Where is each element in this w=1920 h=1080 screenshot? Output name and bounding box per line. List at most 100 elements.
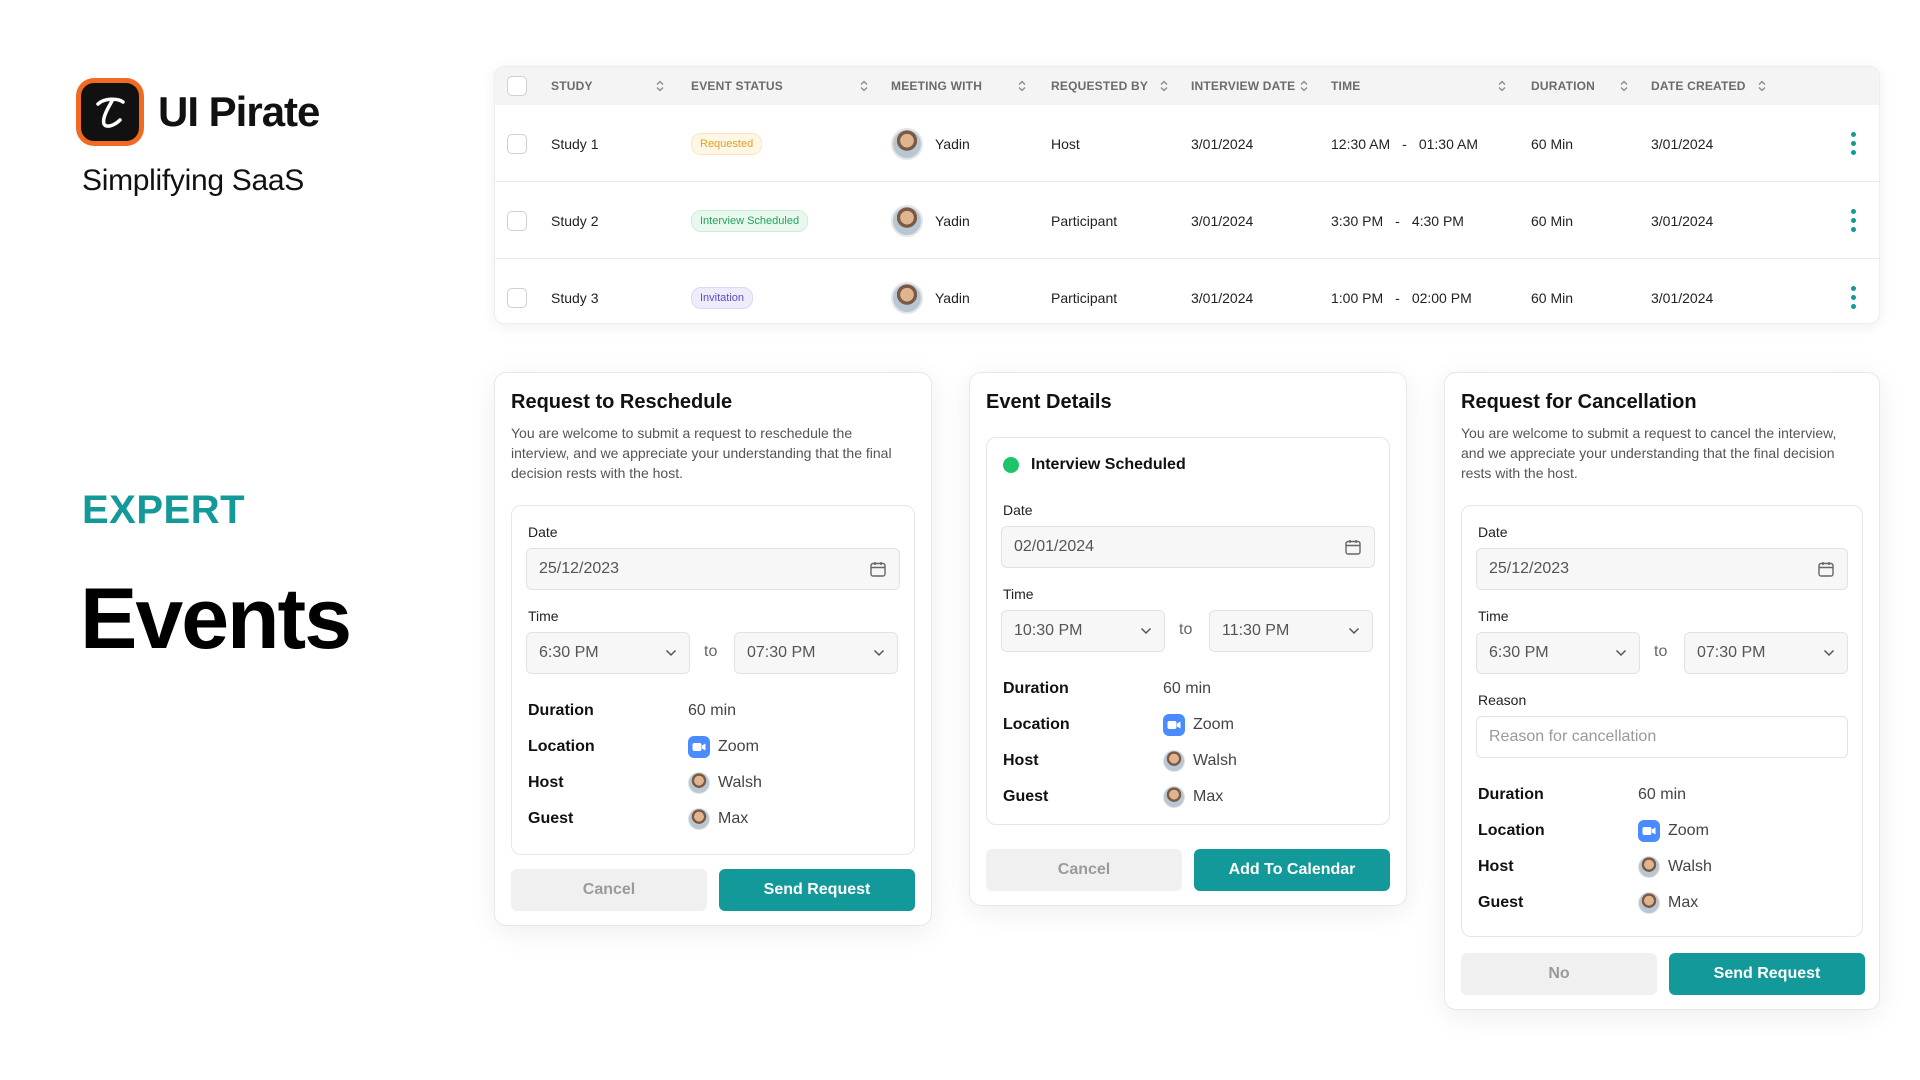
time-from-select[interactable]: 10:30 PM: [1001, 610, 1165, 652]
cancellation-form: Date 25/12/2023 Time 6:30 PM to 07:30 PM…: [1461, 505, 1863, 937]
column-time[interactable]: TIME: [1331, 67, 1360, 105]
sort-icon[interactable]: [1497, 80, 1507, 92]
column-requested-by[interactable]: REQUESTED BY: [1051, 67, 1148, 105]
time-from-value: 6:30 PM: [1489, 644, 1549, 661]
time-to-select[interactable]: 11:30 PM: [1209, 610, 1373, 652]
duration-label: Duration: [1003, 680, 1069, 697]
sort-icon[interactable]: [655, 80, 665, 92]
send-request-button[interactable]: Send Request: [1669, 953, 1865, 995]
more-actions-icon[interactable]: [1851, 286, 1856, 309]
sort-icon[interactable]: [859, 80, 869, 92]
time-from-select[interactable]: 6:30 PM: [526, 632, 690, 674]
study-name: Study 3: [551, 289, 599, 306]
meeting-with: Yadin: [935, 289, 970, 306]
sort-icon[interactable]: [1017, 80, 1027, 92]
calendar-icon[interactable]: [869, 560, 887, 578]
guest-value: Max: [718, 810, 749, 827]
table-row[interactable]: Study 1 Requested Yadin Host 3/01/2024 1…: [495, 105, 1879, 182]
reschedule-form: Date 25/12/2023 Time 6:30 PM to 07:30 PM…: [511, 505, 915, 855]
date-label: Date: [1003, 502, 1033, 518]
time-label: Time: [1478, 608, 1509, 624]
time-separator: -: [1395, 212, 1400, 229]
duration: 60 Min: [1531, 289, 1574, 306]
table-row[interactable]: Study 3 Invitation Yadin Participant 3/0…: [495, 259, 1879, 323]
more-actions-icon[interactable]: [1851, 132, 1856, 155]
time-to-select[interactable]: 07:30 PM: [1684, 632, 1848, 674]
time-to-select[interactable]: 07:30 PM: [734, 632, 898, 674]
host-value: Walsh: [1668, 858, 1712, 875]
status-badge: Interview Scheduled: [691, 209, 809, 232]
date-value: 25/12/2023: [1489, 560, 1570, 577]
row-checkbox[interactable]: [507, 133, 527, 154]
table-body: Study 1 Requested Yadin Host 3/01/2024 1…: [495, 105, 1879, 323]
guest-label: Guest: [528, 810, 574, 827]
no-button[interactable]: No: [1461, 953, 1657, 995]
study-name: Study 2: [551, 212, 599, 229]
date-label: Date: [528, 524, 558, 540]
time-end: 02:00 PM: [1411, 289, 1472, 306]
brand: UI Pirate: [76, 78, 320, 146]
reason-label: Reason: [1478, 692, 1527, 708]
cancel-button[interactable]: Cancel: [986, 849, 1182, 891]
modal-description: You are welcome to submit a request to c…: [1461, 425, 1837, 481]
avatar: [1638, 892, 1660, 914]
sort-icon[interactable]: [1159, 80, 1169, 92]
time-label: Time: [1003, 586, 1034, 602]
status-dot: [1003, 457, 1019, 473]
modal-title: Request to Reschedule: [511, 391, 733, 413]
table-row[interactable]: Study 2 Interview Scheduled Yadin Partic…: [495, 182, 1879, 259]
sort-icon[interactable]: [1757, 80, 1767, 92]
brand-logo: [76, 78, 144, 146]
location-label: Location: [1003, 716, 1070, 733]
time-start: 12:30 AM: [1331, 135, 1391, 152]
sort-icon[interactable]: [1619, 80, 1629, 92]
duration: 60 Min: [1531, 212, 1574, 229]
column-event-status[interactable]: EVENT STATUS: [691, 67, 783, 105]
date-input[interactable]: 25/12/2023: [526, 548, 900, 590]
status-badge: Invitation: [691, 286, 754, 309]
column-interview-date[interactable]: INTERVIEW DATE: [1191, 67, 1295, 105]
event-details-modal: Event Details Interview Scheduled Date 0…: [969, 372, 1407, 906]
row-checkbox[interactable]: [507, 287, 527, 308]
meeting-with: Yadin: [935, 135, 970, 152]
duration-value: 60 min: [688, 702, 737, 719]
location-value: Zoom: [718, 738, 759, 755]
sort-icon[interactable]: [1299, 80, 1309, 92]
reason-input[interactable]: [1476, 716, 1848, 758]
date-input[interactable]: 25/12/2023: [1476, 548, 1848, 590]
cancel-button[interactable]: Cancel: [511, 869, 707, 911]
calendar-icon[interactable]: [1344, 538, 1362, 556]
row-checkbox[interactable]: [507, 210, 527, 231]
more-actions-icon[interactable]: [1851, 209, 1856, 232]
calendar-icon[interactable]: [1817, 560, 1835, 578]
guest-value: Max: [1193, 788, 1224, 805]
send-request-button[interactable]: Send Request: [719, 869, 915, 911]
duration: 60 Min: [1531, 135, 1574, 152]
avatar: [688, 772, 710, 794]
time-from-select[interactable]: 6:30 PM: [1476, 632, 1640, 674]
date-value: 02/01/2024: [1014, 538, 1095, 555]
date-input[interactable]: 02/01/2024: [1001, 526, 1375, 568]
reschedule-modal: Request to Reschedule You are welcome to…: [494, 372, 932, 926]
column-duration[interactable]: DURATION: [1531, 67, 1595, 105]
level-label: EXPERT: [82, 488, 246, 532]
host-value: Walsh: [1193, 752, 1237, 769]
select-all-checkbox[interactable]: [507, 76, 527, 96]
date-created: 3/01/2024: [1651, 135, 1714, 152]
time-label: Time: [528, 608, 559, 624]
events-table: STUDY EVENT STATUS MEETING WITH REQUESTE…: [494, 66, 1880, 324]
guest-label: Guest: [1478, 894, 1524, 911]
table-header: STUDY EVENT STATUS MEETING WITH REQUESTE…: [495, 67, 1879, 105]
zoom-icon: [1163, 714, 1185, 736]
event-details-card: Interview Scheduled Date 02/01/2024 Time…: [986, 437, 1390, 825]
column-meeting-with[interactable]: MEETING WITH: [891, 67, 982, 105]
host-value: Walsh: [718, 774, 762, 791]
add-to-calendar-button[interactable]: Add To Calendar: [1194, 849, 1390, 891]
location-label: Location: [1478, 822, 1545, 839]
status-badge: Requested: [691, 132, 763, 155]
column-study[interactable]: STUDY: [551, 67, 593, 105]
location-value: Zoom: [1668, 822, 1709, 839]
column-date-created[interactable]: DATE CREATED: [1651, 67, 1746, 105]
host-label: Host: [1478, 858, 1514, 875]
interview-date: 3/01/2024: [1191, 289, 1254, 306]
